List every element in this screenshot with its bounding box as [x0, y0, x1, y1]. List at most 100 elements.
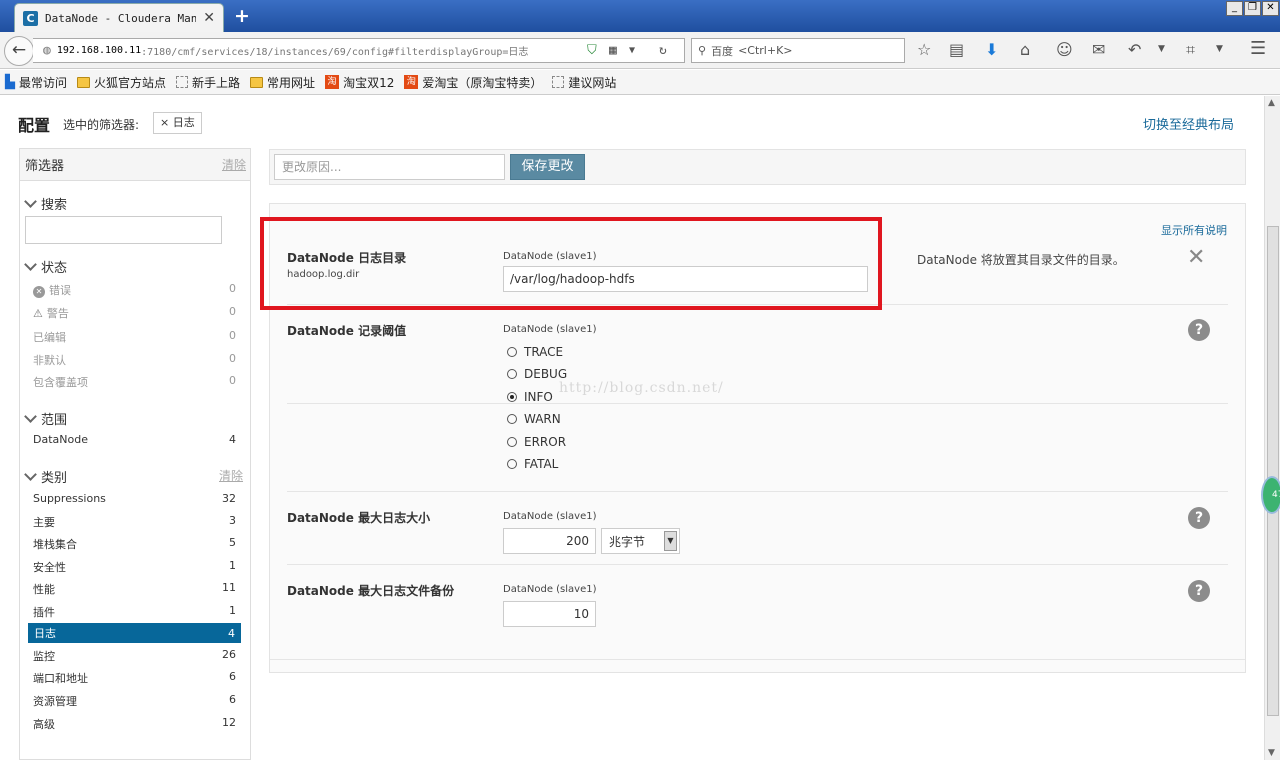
chevron-down-icon: ▼	[664, 531, 677, 551]
sidebar-header: 筛选器 清除	[20, 149, 250, 181]
max-backups-input[interactable]: 10	[503, 601, 596, 627]
radio-debug[interactable]: DEBUG	[507, 367, 567, 381]
menu-icon[interactable]: ☰	[1250, 38, 1266, 59]
shield-icon[interactable]: ⛉	[587, 43, 597, 58]
filter-chip-log[interactable]: × 日志	[153, 112, 202, 134]
close-tab-icon[interactable]: ✕	[203, 10, 215, 26]
radio-info[interactable]: INFO	[507, 390, 553, 404]
crop-icon[interactable]: ⌗	[1186, 40, 1195, 60]
bookmark-taobao-1212[interactable]: 淘淘宝双12	[325, 74, 394, 91]
radio-warn[interactable]: WARN	[507, 412, 561, 426]
page-icon	[176, 76, 189, 88]
scroll-up-icon[interactable]: ▲	[1268, 98, 1275, 108]
new-tab-icon[interactable]: +	[234, 5, 250, 27]
scrollbar-thumb[interactable]	[1267, 226, 1279, 716]
clear-filters-link[interactable]: 清除	[222, 156, 246, 173]
search-section-toggle[interactable]: 搜索	[24, 194, 67, 213]
setting-description: DataNode 将放置其目录文件的目录。	[917, 253, 1125, 267]
category-item-plugins[interactable]: 插件 1	[33, 604, 236, 620]
setting-max-log-backups: DataNode 最大日志文件备份 DataNode (slave1) 10 ?	[287, 564, 1228, 659]
smiley-icon[interactable]: ☺	[1056, 40, 1073, 59]
category-item-ports[interactable]: 端口和地址 6	[33, 670, 236, 686]
floating-badge[interactable]: 47	[1261, 476, 1280, 514]
bookmark-common-sites[interactable]: 常用网址	[250, 74, 315, 91]
bookmark-getting-started[interactable]: 新手上路	[176, 74, 240, 91]
category-item-advanced[interactable]: 高级 12	[33, 716, 236, 732]
category-item-security[interactable]: 安全性 1	[33, 559, 236, 575]
bookmark-suggested-sites[interactable]: 建议网站	[552, 74, 616, 91]
browser-tab[interactable]: C DataNode - Cloudera Man… ✕	[14, 3, 224, 32]
close-window-icon[interactable]: ✕	[1262, 1, 1279, 16]
help-icon[interactable]: ?	[1188, 580, 1210, 602]
status-section-toggle[interactable]: 状态	[24, 257, 67, 276]
search-box[interactable]: ⚲ 百度 <Ctrl+K>	[691, 38, 905, 63]
undo-menu-icon[interactable]: ▼	[1158, 44, 1165, 54]
help-icon[interactable]: ?	[1188, 319, 1210, 341]
qr-code-icon[interactable]: ▦	[609, 43, 617, 58]
cloudera-favicon-icon: C	[23, 10, 38, 26]
chat-icon[interactable]: ✉	[1092, 40, 1105, 59]
category-item-main[interactable]: 主要 3	[33, 514, 236, 530]
bookmark-most-visited[interactable]: ▙ 最常访问	[5, 74, 67, 91]
vertical-scrollbar[interactable]: ▲ ▼	[1264, 96, 1280, 760]
classic-layout-link[interactable]: 切换至经典布局	[1143, 114, 1234, 133]
scope-item-datanode[interactable]: DataNode 4	[33, 433, 236, 446]
dropdown-arrow-icon[interactable]: ▼	[629, 45, 635, 56]
status-item-error[interactable]: ✕ 错误 0	[33, 282, 236, 298]
scope-section-toggle[interactable]: 范围	[24, 409, 67, 428]
minimize-window-icon[interactable]: _	[1226, 1, 1243, 16]
size-unit-select[interactable]: 兆字节 ▼	[601, 528, 680, 554]
setting-name: DataNode 最大日志大小	[287, 511, 431, 525]
radio-error[interactable]: ERROR	[507, 435, 566, 449]
watermark: http://blog.csdn.net/	[559, 380, 724, 396]
home-icon[interactable]: ⌂	[1020, 40, 1030, 59]
radio-circle-icon	[507, 437, 517, 447]
error-icon: ✕	[33, 286, 45, 298]
category-clear-link[interactable]: 清除	[219, 467, 243, 484]
save-changes-button[interactable]: 保存更改	[510, 154, 585, 180]
category-item-stacks[interactable]: 堆栈集合 5	[33, 536, 236, 552]
setting-name: DataNode 最大日志文件备份	[287, 584, 455, 598]
category-item-logs[interactable]: 日志 4	[28, 623, 241, 643]
status-item-warning[interactable]: ⚠ 警告 0	[33, 305, 236, 321]
setting-scope: DataNode (slave1)	[503, 324, 597, 335]
download-icon[interactable]: ⬇	[985, 40, 998, 59]
url-path: :7180/cmf/services/18/instances/69/confi…	[141, 47, 529, 58]
undo-icon[interactable]: ↶	[1128, 40, 1141, 59]
warning-icon: ⚠	[33, 307, 43, 320]
close-icon[interactable]: ✕	[1187, 245, 1205, 270]
bookmark-firefox-site[interactable]: 火狐官方站点	[77, 74, 166, 91]
folder-icon	[250, 76, 264, 88]
reading-list-icon[interactable]: ▤	[949, 40, 964, 59]
restore-window-icon[interactable]: ❐	[1244, 1, 1261, 16]
reload-icon[interactable]: ↻	[659, 43, 667, 58]
status-item-non-default[interactable]: 非默认 0	[33, 352, 236, 368]
setting-scope: DataNode (slave1)	[503, 584, 597, 595]
max-log-size-input[interactable]: 200	[503, 528, 596, 554]
help-icon[interactable]: ?	[1188, 507, 1210, 529]
address-bar[interactable]: ◍ 192.168.100.11 :7180/cmf/services/18/i…	[33, 38, 685, 63]
filter-search-input[interactable]	[25, 216, 222, 244]
status-item-edited[interactable]: 已编辑 0	[33, 329, 236, 345]
category-item-suppressions[interactable]: Suppressions 32	[33, 492, 236, 505]
bookmark-ai-taobao[interactable]: 淘爱淘宝（原淘宝特卖）	[404, 74, 542, 91]
status-item-overrides[interactable]: 包含覆盖项 0	[33, 374, 236, 390]
radio-trace[interactable]: TRACE	[507, 345, 563, 359]
category-item-performance[interactable]: 性能 11	[33, 581, 236, 597]
scroll-down-icon[interactable]: ▼	[1268, 748, 1275, 758]
setting-scope: DataNode (slave1)	[503, 511, 597, 522]
category-item-resource-mgmt[interactable]: 资源管理 6	[33, 693, 236, 709]
taobao-icon: 淘	[404, 75, 419, 89]
crop-menu-icon[interactable]: ▼	[1216, 44, 1223, 54]
radio-circle-icon	[507, 459, 517, 469]
category-item-monitoring[interactable]: 监控 26	[33, 648, 236, 664]
radio-fatal[interactable]: FATAL	[507, 457, 558, 471]
category-section-toggle[interactable]: 类别	[24, 467, 244, 486]
bookmark-star-icon[interactable]: ☆	[917, 40, 931, 59]
bookmark-icon: ▙	[5, 74, 15, 90]
radio-circle-icon	[507, 347, 517, 357]
back-button[interactable]: ←	[4, 36, 34, 66]
setting-threshold-block: DataNode 记录阈值 DataNode (slave1) TRACE DE…	[287, 304, 1228, 491]
tab-title: DataNode - Cloudera Man…	[45, 11, 197, 25]
change-reason-input[interactable]: 更改原因...	[274, 154, 505, 180]
